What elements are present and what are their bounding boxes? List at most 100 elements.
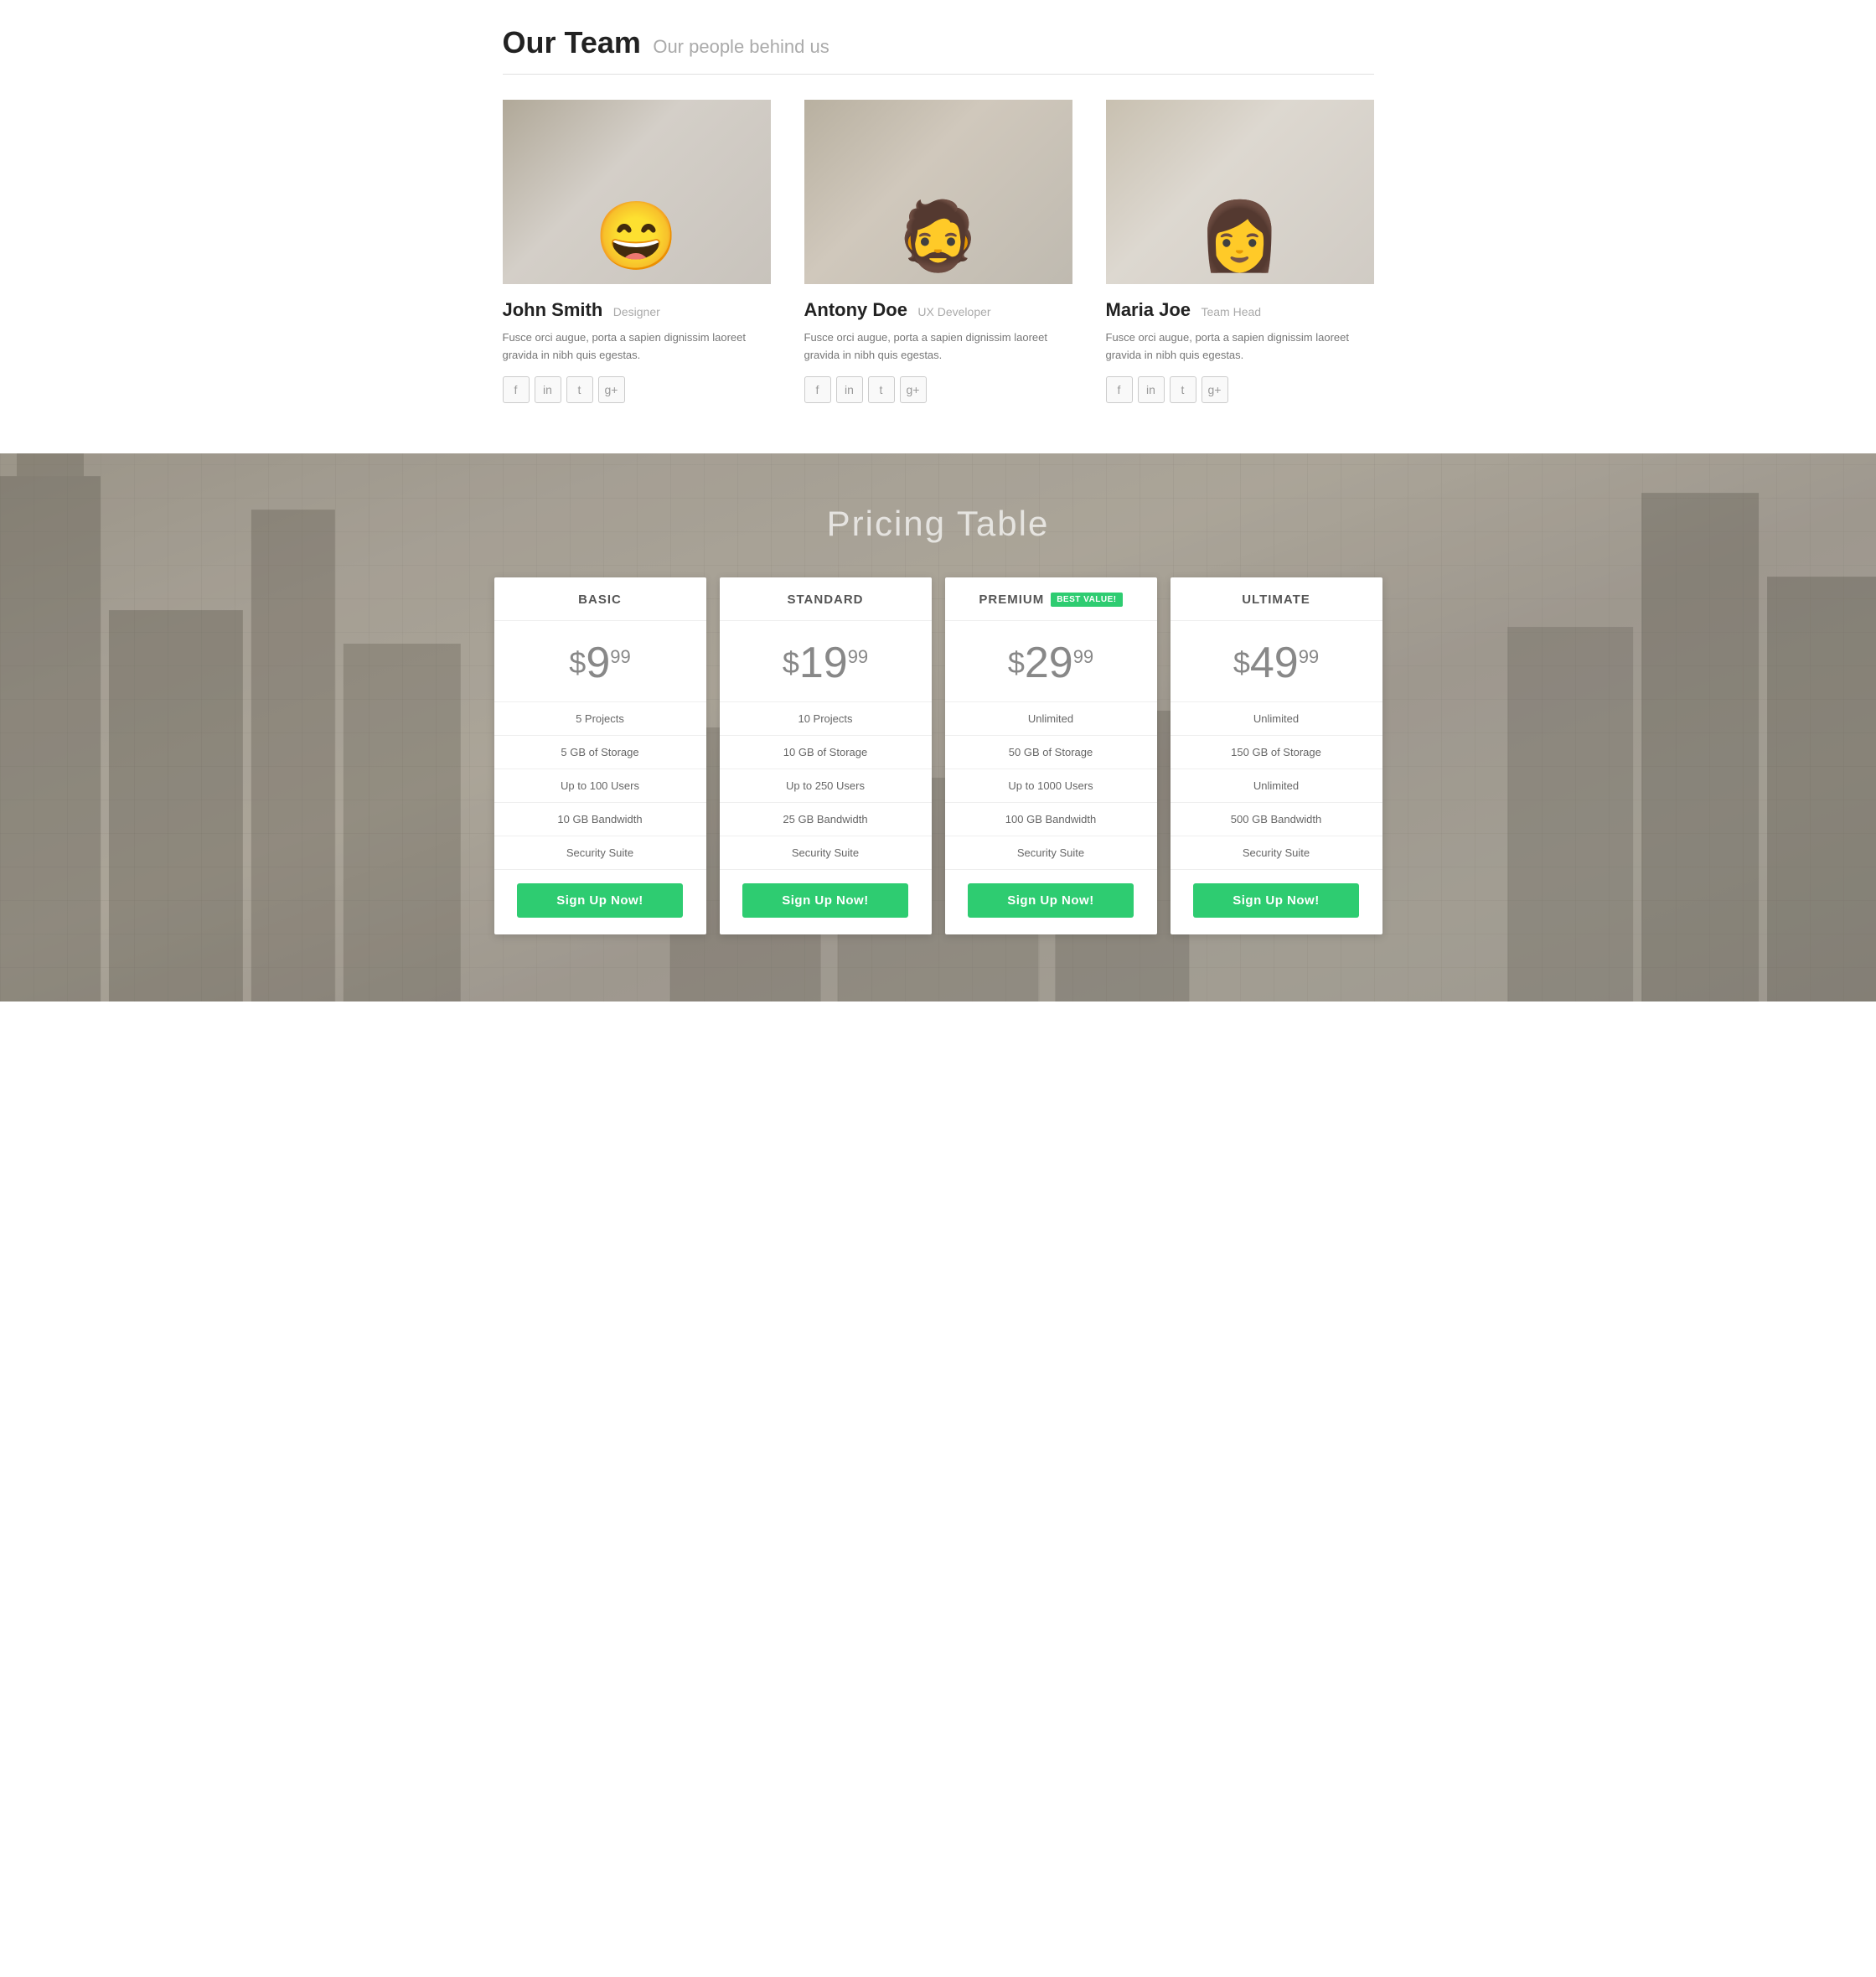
- price-cents: 99: [610, 648, 630, 666]
- plan-price: $4999: [1171, 621, 1382, 702]
- social-icon[interactable]: t: [566, 376, 593, 403]
- team-member-role: UX Developer: [917, 305, 990, 318]
- pricing-grid: BASIC $999 5 Projects5 GB of StorageUp t…: [494, 577, 1382, 934]
- social-icon[interactable]: t: [868, 376, 895, 403]
- price-cents: 99: [1073, 648, 1093, 666]
- team-name-row: Maria Joe Team Head: [1106, 299, 1374, 321]
- team-photo: [804, 100, 1072, 284]
- pricing-feature: Security Suite: [494, 836, 706, 870]
- plan-name: BASIC: [494, 577, 706, 621]
- pricing-feature: Security Suite: [1171, 836, 1382, 870]
- pricing-feature: Up to 1000 Users: [945, 769, 1157, 803]
- social-icon[interactable]: in: [535, 376, 561, 403]
- social-icon[interactable]: f: [503, 376, 530, 403]
- price-cents: 99: [848, 648, 868, 666]
- pricing-feature: 500 GB Bandwidth: [1171, 803, 1382, 836]
- pricing-feature: 150 GB of Storage: [1171, 736, 1382, 769]
- social-icon[interactable]: in: [836, 376, 863, 403]
- price-cents: 99: [1299, 648, 1319, 666]
- dollar-sign: $: [1233, 648, 1250, 678]
- team-member-bio: Fusce orci augue, porta a sapien digniss…: [503, 329, 771, 365]
- team-member-bio: Fusce orci augue, porta a sapien digniss…: [1106, 329, 1374, 365]
- plan-name: PREMIUM BEST VALUE!: [945, 577, 1157, 621]
- team-card: Antony Doe UX Developer Fusce orci augue…: [804, 100, 1072, 403]
- dollar-sign: $: [1008, 648, 1025, 678]
- photo-placeholder: [503, 100, 771, 284]
- team-subtitle: Our people behind us: [653, 36, 829, 57]
- pricing-feature: Unlimited: [1171, 769, 1382, 803]
- price-display: $2999: [1008, 639, 1093, 687]
- pricing-feature: 10 GB Bandwidth: [494, 803, 706, 836]
- pricing-title: Pricing Table: [17, 504, 1859, 544]
- plan-cta: Sign Up Now!: [1171, 870, 1382, 934]
- plan-name-text: STANDARD: [787, 593, 863, 607]
- social-icon[interactable]: in: [1138, 376, 1165, 403]
- pricing-feature: 25 GB Bandwidth: [720, 803, 932, 836]
- photo-placeholder: [804, 100, 1072, 284]
- team-title: Our Team: [503, 25, 641, 60]
- signup-button[interactable]: Sign Up Now!: [968, 883, 1134, 918]
- team-member-role: Team Head: [1201, 305, 1261, 318]
- signup-button[interactable]: Sign Up Now!: [742, 883, 908, 918]
- pricing-feature: 10 Projects: [720, 702, 932, 736]
- plan-name: ULTIMATE: [1171, 577, 1382, 621]
- team-card: John Smith Designer Fusce orci augue, po…: [503, 100, 771, 403]
- pricing-feature: 5 Projects: [494, 702, 706, 736]
- pricing-feature: 10 GB of Storage: [720, 736, 932, 769]
- team-member-name: Antony Doe: [804, 299, 907, 320]
- dollar-sign: $: [569, 648, 586, 678]
- social-icons-row: fintg+: [503, 376, 771, 403]
- pricing-feature: Security Suite: [720, 836, 932, 870]
- plan-cta: Sign Up Now!: [945, 870, 1157, 934]
- social-icon[interactable]: g+: [1202, 376, 1228, 403]
- pricing-card: PREMIUM BEST VALUE! $2999 Unlimited50 GB…: [945, 577, 1157, 934]
- pricing-feature: 100 GB Bandwidth: [945, 803, 1157, 836]
- social-icon[interactable]: g+: [598, 376, 625, 403]
- social-icon[interactable]: g+: [900, 376, 927, 403]
- team-section: Our Team Our people behind us John Smith…: [469, 0, 1408, 453]
- pricing-feature: Unlimited: [1171, 702, 1382, 736]
- team-member-name: John Smith: [503, 299, 603, 320]
- social-icon[interactable]: f: [804, 376, 831, 403]
- pricing-section: Pricing Table BASIC $999 5 Projects5 GB …: [0, 453, 1876, 1001]
- social-icon[interactable]: t: [1170, 376, 1196, 403]
- plan-name-text: BASIC: [578, 593, 622, 607]
- team-name-row: John Smith Designer: [503, 299, 771, 321]
- team-grid: John Smith Designer Fusce orci augue, po…: [503, 100, 1374, 403]
- team-photo: [1106, 100, 1374, 284]
- plan-cta: Sign Up Now!: [494, 870, 706, 934]
- pricing-card: BASIC $999 5 Projects5 GB of StorageUp t…: [494, 577, 706, 934]
- price-display: $1999: [783, 639, 868, 687]
- plan-name-text: PREMIUM: [979, 593, 1044, 607]
- pricing-card: STANDARD $1999 10 Projects10 GB of Stora…: [720, 577, 932, 934]
- social-icon[interactable]: f: [1106, 376, 1133, 403]
- social-icons-row: fintg+: [1106, 376, 1374, 403]
- pricing-feature: Up to 100 Users: [494, 769, 706, 803]
- team-member-role: Designer: [613, 305, 660, 318]
- pricing-feature: 5 GB of Storage: [494, 736, 706, 769]
- team-photo: [503, 100, 771, 284]
- plan-price: $1999: [720, 621, 932, 702]
- pricing-card: ULTIMATE $4999 Unlimited150 GB of Storag…: [1171, 577, 1382, 934]
- signup-button[interactable]: Sign Up Now!: [517, 883, 683, 918]
- plan-price: $999: [494, 621, 706, 702]
- pricing-feature: Up to 250 Users: [720, 769, 932, 803]
- dollar-sign: $: [783, 648, 799, 678]
- plan-name: STANDARD: [720, 577, 932, 621]
- price-display: $4999: [1233, 639, 1319, 687]
- photo-placeholder: [1106, 100, 1374, 284]
- team-header: Our Team Our people behind us: [503, 25, 1374, 75]
- pricing-feature: Unlimited: [945, 702, 1157, 736]
- team-member-bio: Fusce orci augue, porta a sapien digniss…: [804, 329, 1072, 365]
- social-icons-row: fintg+: [804, 376, 1072, 403]
- best-value-badge: BEST VALUE!: [1051, 593, 1122, 607]
- plan-cta: Sign Up Now!: [720, 870, 932, 934]
- signup-button[interactable]: Sign Up Now!: [1193, 883, 1359, 918]
- team-card: Maria Joe Team Head Fusce orci augue, po…: [1106, 100, 1374, 403]
- team-member-name: Maria Joe: [1106, 299, 1191, 320]
- team-name-row: Antony Doe UX Developer: [804, 299, 1072, 321]
- plan-name-text: ULTIMATE: [1242, 593, 1310, 607]
- pricing-feature: Security Suite: [945, 836, 1157, 870]
- plan-price: $2999: [945, 621, 1157, 702]
- price-display: $999: [569, 639, 630, 687]
